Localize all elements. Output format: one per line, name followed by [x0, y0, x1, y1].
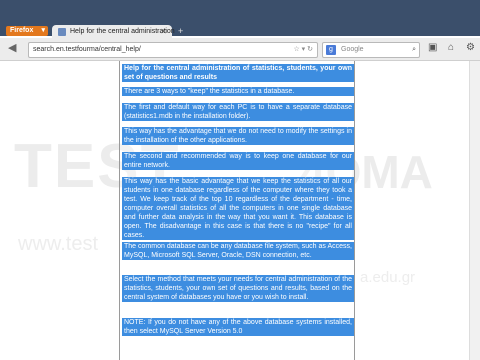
search-placeholder: Google: [341, 46, 364, 53]
url-text: search.en.testfourma/central_help/: [33, 46, 141, 53]
vertical-scrollbar[interactable]: [469, 61, 480, 360]
doc-paragraph-note: NOTE: If you do not have any of the abov…: [122, 318, 354, 336]
new-tab-button[interactable]: +: [178, 26, 183, 36]
home-icon[interactable]: ⌂: [448, 42, 454, 53]
doc-paragraph-common-db: The common database can be any database …: [122, 242, 354, 260]
watermark-www: www.test: [18, 233, 99, 255]
tools-menu-icon[interactable]: ⚙: [466, 42, 475, 53]
g-icon[interactable]: g: [326, 45, 336, 55]
bookmark-star-icon[interactable]: ☆ ▾ ↻: [293, 43, 313, 57]
doc-paragraph-select-method: Select the method that meets your needs …: [122, 275, 354, 302]
tab-title: Help for the central administration: [70, 28, 175, 35]
doc-paragraph-second-way: The second and recommended way is to kee…: [122, 152, 354, 170]
firefox-menu-button[interactable]: Firefox: [6, 26, 48, 36]
search-magnifier-icon[interactable]: ⌕: [412, 43, 416, 57]
bookmarks-icon[interactable]: ▣: [428, 42, 437, 53]
doc-title: Help for the central administration of s…: [122, 64, 354, 82]
url-bar[interactable]: search.en.testfourma/central_help/ ☆ ▾ ↻: [28, 42, 318, 58]
back-arrow-icon[interactable]: ◀: [8, 41, 16, 54]
browser-tab[interactable]: Help for the central administration ✕: [52, 25, 175, 39]
doc-paragraph-ways: There are 3 ways to "keep" the statistic…: [122, 87, 354, 96]
doc-paragraph-second-advantage: This way has the basic advantage that we…: [122, 177, 354, 240]
navigation-toolbar: ◀ search.en.testfourma/central_help/ ☆ ▾…: [0, 38, 480, 61]
watermark-edu: a.edu.gr: [360, 269, 416, 286]
window-titlebar: Firefox Help for the central administrat…: [0, 0, 480, 39]
page-favicon-icon: [58, 28, 66, 36]
help-document: Help for the central administration of s…: [119, 61, 355, 360]
doc-paragraph-first-advantage: This way has the advantage that we do no…: [122, 127, 354, 145]
doc-paragraph-first-way: The first and default way for each PC is…: [122, 103, 354, 121]
page-content: TEST 4OMA www.test a.edu.gr Help for the…: [0, 61, 480, 360]
close-tab-icon[interactable]: ✕: [160, 25, 167, 39]
search-box[interactable]: g Google ⌕: [322, 42, 420, 58]
